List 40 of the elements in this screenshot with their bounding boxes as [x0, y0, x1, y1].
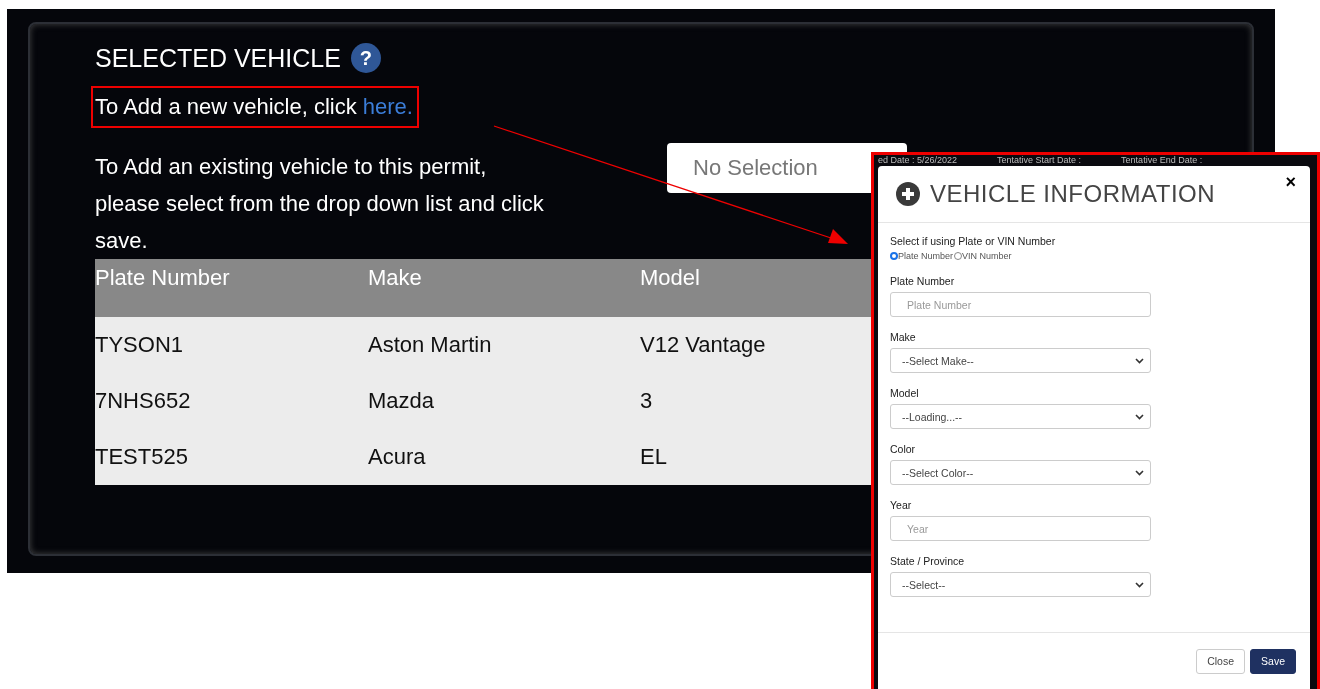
table-cell-text: 7NHS652 [95, 388, 192, 414]
field-label: Select if using Plate or VIN Number [890, 235, 1056, 247]
select-dropdown[interactable]: --Select-- [890, 572, 1151, 597]
field-label: Year [890, 499, 912, 511]
table-cell-text: Mazda [368, 388, 436, 414]
field-label: Color [890, 443, 916, 455]
text-field[interactable]: Year [890, 516, 1151, 541]
select-dropdown[interactable]: --Select Make-- [890, 348, 1151, 373]
close-button[interactable]: Close [1196, 648, 1246, 674]
background-label: Tentative End Date : [1121, 155, 1203, 166]
column-header: Plate Number [95, 265, 231, 291]
radio-label[interactable]: Plate Number [898, 251, 954, 261]
field-label: Model [890, 387, 919, 399]
column-header: Make [368, 265, 423, 291]
plus-circle-icon [896, 182, 920, 206]
background-label: Tentative Start Date : [997, 155, 1082, 166]
help-icon[interactable]: ? [350, 43, 381, 73]
field-label: State / Province [890, 555, 965, 567]
table-cell-text: Aston Martin [368, 332, 493, 358]
radio-label[interactable]: VIN Number [962, 251, 1012, 261]
select-dropdown[interactable]: --Select Color-- [890, 460, 1151, 485]
select-dropdown[interactable]: --Loading...-- [890, 404, 1151, 429]
field-label: Plate Number [890, 275, 955, 287]
here-link[interactable]: here. [362, 94, 413, 119]
chevron-down-icon [1135, 357, 1144, 364]
instruction-text: To Add a new vehicle, click here. [95, 94, 413, 119]
table-cell-text: Acura [368, 444, 427, 470]
instruction-text: To Add an existing vehicle to this permit, please select from the drop down list and click save. [95, 153, 545, 255]
close-button[interactable]: × [1281, 172, 1300, 193]
dialog-title: VEHICLE INFORMATION [930, 180, 1216, 208]
chevron-down-icon [1135, 469, 1144, 476]
table-cell-text: TEST525 [95, 444, 189, 470]
radio-button[interactable] [890, 252, 898, 260]
table-cell-text: TYSON1 [95, 332, 185, 358]
chevron-down-icon [1135, 581, 1144, 588]
save-button[interactable]: Save [1250, 648, 1296, 674]
section-title: SELECTED VEHICLE [95, 43, 341, 73]
field-label: Make [890, 331, 916, 343]
text-field[interactable]: Plate Number [890, 292, 1151, 317]
chevron-down-icon [1135, 413, 1144, 420]
